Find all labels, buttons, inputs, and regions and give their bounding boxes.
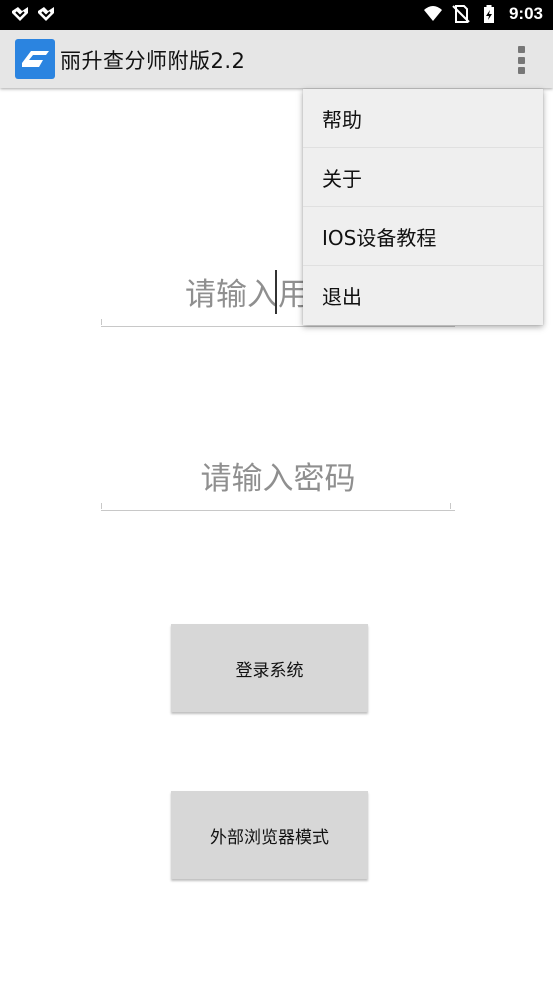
- menu-item-help[interactable]: 帮助: [303, 89, 543, 148]
- status-clock: 9:03: [508, 4, 543, 23]
- app-bar: 丽升查分师附版2.2: [0, 30, 553, 88]
- overflow-menu: 帮助 关于 IOS设备教程 退出: [303, 89, 543, 325]
- no-sim-icon: [452, 5, 470, 23]
- status-bar-right: 9:03: [423, 4, 543, 24]
- app-title: 丽升查分师附版2.2: [60, 49, 246, 73]
- more-vert-icon[interactable]: [515, 46, 527, 74]
- menu-item-ios-tutorial[interactable]: IOS设备教程: [303, 207, 543, 266]
- app-logo-icon: [15, 39, 55, 79]
- status-bar: 9:03: [0, 0, 553, 30]
- login-button[interactable]: 登录系统: [171, 624, 368, 712]
- battery-charging-icon: [483, 5, 494, 23]
- password-underline-right-tick: [450, 503, 451, 509]
- notification-icon: [38, 7, 54, 21]
- browser-mode-button[interactable]: 外部浏览器模式: [171, 791, 368, 879]
- text-cursor: [275, 270, 277, 314]
- menu-item-exit[interactable]: 退出: [303, 266, 543, 325]
- menu-item-about[interactable]: 关于: [303, 148, 543, 207]
- wifi-icon: [423, 6, 442, 21]
- status-bar-left: [10, 5, 56, 25]
- password-underline-left-tick: [101, 503, 102, 509]
- notification-icon: [12, 7, 28, 21]
- password-input[interactable]: [101, 448, 455, 511]
- username-underline-left-tick: [101, 319, 102, 325]
